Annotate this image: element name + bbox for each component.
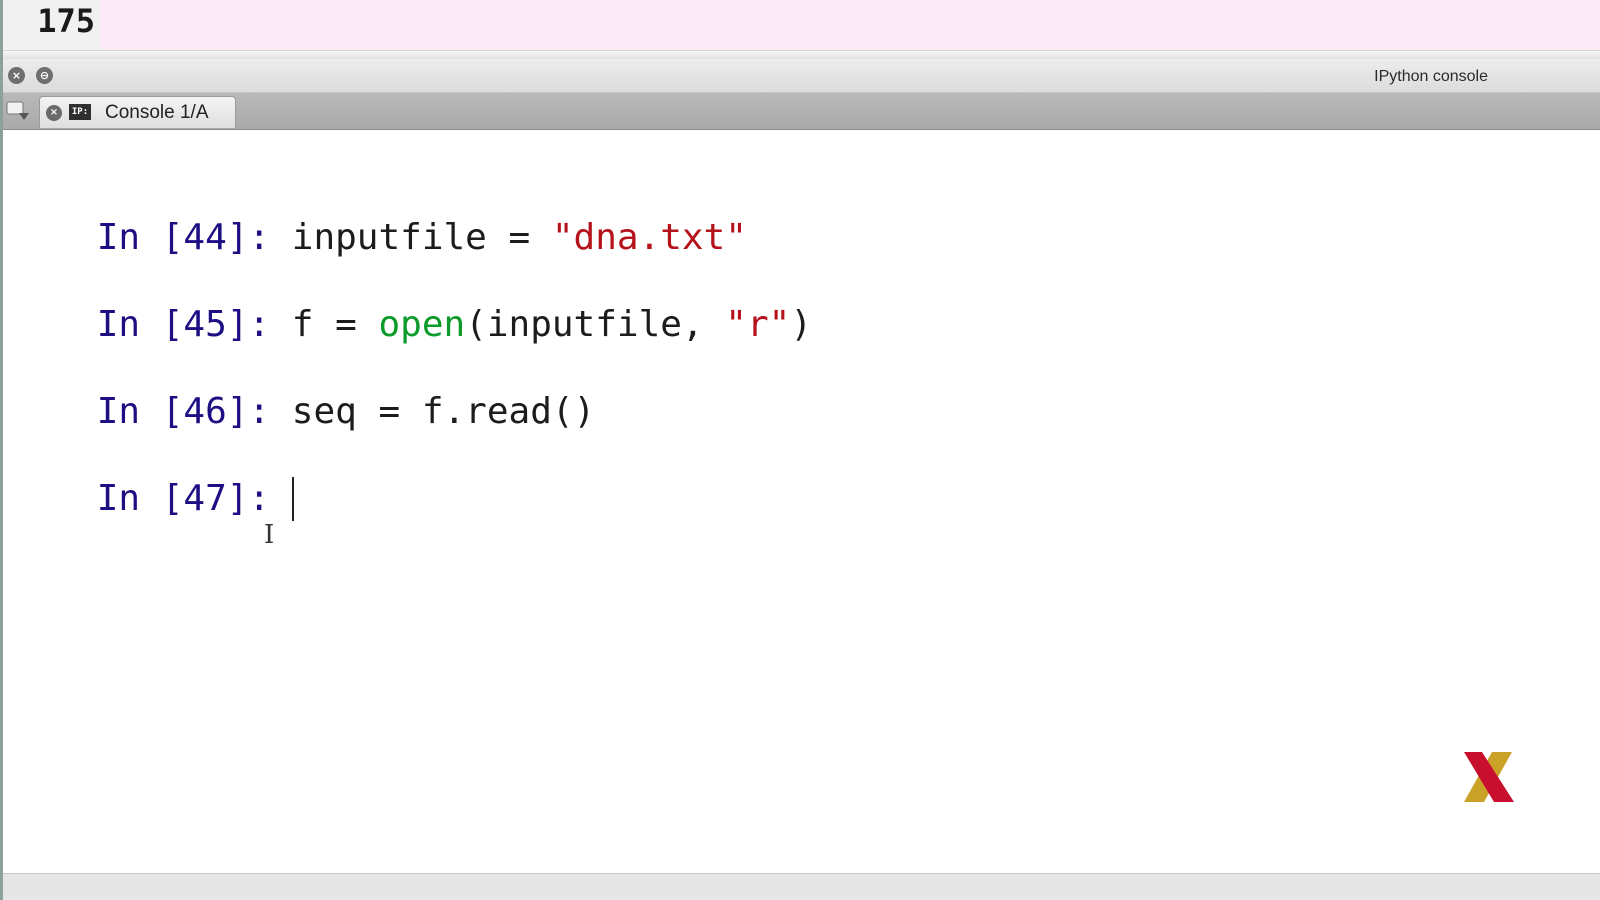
input-prompt: In [45]: (96, 304, 271, 345)
pane-title-bar: × ⊖ IPython console (3, 59, 1600, 93)
edx-logo-icon (1462, 752, 1516, 802)
code-string: "r" (725, 304, 791, 345)
status-bar (3, 873, 1600, 900)
console-input-line[interactable]: In [47]: (10, 433, 294, 521)
editor-current-line[interactable]: 175 (3, 0, 1600, 50)
pane-undock-button[interactable]: ⊖ (36, 67, 53, 84)
input-prompt: In [44]: (96, 217, 271, 258)
code-token: inputfile = (291, 217, 552, 258)
ipython-icon: IP: (69, 104, 91, 120)
pane-title: IPython console (1374, 68, 1488, 85)
pane-splitter[interactable] (3, 50, 1600, 59)
console-entry: In [44]: inputfile = "dna.txt" (10, 172, 747, 258)
tab-label: Console 1/A (105, 102, 209, 123)
console-entry: In [45]: f = open(inputfile, "r") (10, 259, 812, 345)
code-token: (inputfile, (465, 304, 726, 345)
ipython-console-output[interactable]: In [44]: inputfile = "dna.txt" In [45]: … (3, 130, 1600, 873)
tab-close-icon[interactable]: × (46, 105, 62, 121)
code-token: f = (291, 304, 379, 345)
code-string: "dna.txt" (551, 217, 747, 258)
line-number: 175 (37, 2, 95, 40)
tab-options-icon[interactable] (5, 99, 31, 123)
tab-console-1a[interactable]: × IP: Console 1/A (39, 96, 236, 128)
code-builtin: open (378, 304, 466, 345)
pane-close-button[interactable]: × (8, 67, 25, 84)
text-cursor (291, 477, 294, 521)
console-tab-bar: × IP: Console 1/A (3, 93, 1600, 130)
line-number-gutter: 175 (3, 0, 101, 50)
console-entry: In [46]: seq = f.read() (10, 346, 596, 432)
text-ibeam-cursor-icon: I (264, 520, 275, 550)
input-prompt: In [46]: (96, 391, 271, 432)
code-token: seq = f.read() (291, 391, 596, 432)
input-prompt: In [47]: (96, 478, 271, 519)
code-token: ) (790, 304, 812, 345)
